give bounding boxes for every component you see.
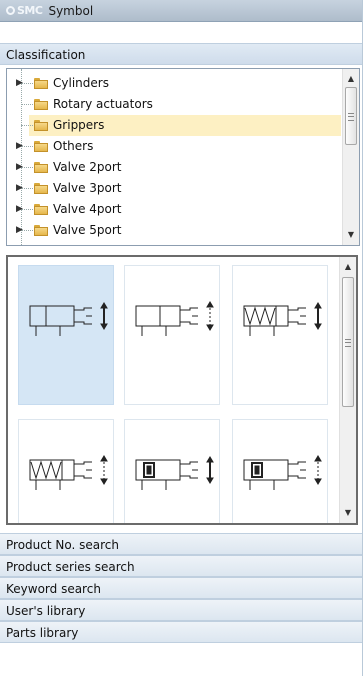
expand-arrow-icon[interactable]: ▶ [16, 73, 26, 94]
tree-item-label: Valve 2port [53, 160, 122, 174]
scroll-up-arrow-icon[interactable]: ▲ [343, 71, 359, 87]
classification-header[interactable]: Classification [0, 43, 362, 65]
symbol-tile[interactable] [18, 265, 114, 405]
symbol-grid: ▲ ▼ [6, 255, 358, 525]
folder-icon [34, 183, 48, 194]
tree-item-label: Valve 5port [53, 223, 122, 237]
tree-scrollbar[interactable]: ▲ ▼ [342, 69, 359, 245]
scroll-up-arrow-icon[interactable]: ▲ [340, 259, 356, 275]
folder-icon [34, 225, 48, 236]
scroll-down-arrow-icon[interactable]: ▼ [343, 227, 359, 243]
panel-title: Symbol [48, 3, 94, 18]
folder-icon [34, 162, 48, 173]
tree-item[interactable]: Grippers [7, 115, 341, 136]
smc-logo-icon: SMC [6, 4, 43, 17]
tree-item-label: Grippers [29, 115, 341, 136]
folder-icon [34, 78, 48, 89]
classification-tree: Cylinders ▶ Rotary actuators Grippers Others… [6, 68, 360, 246]
tree-item[interactable]: Valve 2port ▶ [7, 157, 341, 178]
tree-item-label: Cylinders [53, 76, 109, 90]
parts-library-header[interactable]: Parts library [0, 621, 362, 643]
tree-item[interactable]: Cylinders ▶ [7, 73, 341, 94]
tree-item-label: Others [53, 139, 94, 153]
product-no-search-header[interactable]: Product No. search [0, 533, 362, 555]
grid-scrollbar[interactable]: ▲ ▼ [339, 257, 356, 523]
keyword-search-header[interactable]: Keyword search [0, 577, 362, 599]
expand-arrow-icon[interactable]: ▶ [16, 199, 26, 220]
tree-item[interactable]: Valve 5port ▶ [7, 220, 341, 241]
gripper-symbol-icon [135, 301, 214, 336]
gripper-symbol-icon [243, 302, 322, 336]
tree-item[interactable]: Valve 3port ▶ [7, 178, 341, 199]
folder-icon [34, 141, 48, 152]
tree-item-label: Valve 4port [53, 202, 122, 216]
expand-arrow-icon[interactable]: ▶ [16, 136, 26, 157]
folder-icon [34, 204, 48, 215]
symbol-tile[interactable] [124, 419, 220, 523]
users-library-header[interactable]: User's library [0, 599, 362, 621]
symbol-tile[interactable] [18, 419, 114, 523]
folder-icon [34, 99, 48, 110]
gripper-symbol-icon [29, 302, 108, 336]
tree-item-label: Valve 3port [53, 181, 122, 195]
tree-scroll-thumb[interactable] [345, 87, 357, 145]
grid-scroll-thumb[interactable] [342, 277, 354, 407]
folder-icon [34, 120, 48, 131]
expand-arrow-icon[interactable]: ▶ [16, 157, 26, 178]
title-bar: SMC Symbol [0, 0, 362, 22]
scroll-down-arrow-icon[interactable]: ▼ [340, 505, 356, 521]
search-sections: Product No. search Product series search… [0, 533, 362, 643]
expand-arrow-icon[interactable]: ▶ [16, 220, 26, 241]
symbol-tile[interactable] [232, 265, 328, 405]
tree-item[interactable]: Rotary actuators [7, 94, 341, 115]
product-series-search-header[interactable]: Product series search [0, 555, 362, 577]
symbol-panel: SMC Symbol Classification Cylinders ▶ Rota… [0, 0, 363, 676]
gripper-symbol-icon [135, 456, 214, 490]
tree-item[interactable]: Valve 4port ▶ [7, 199, 341, 220]
symbol-tile[interactable] [232, 419, 328, 523]
tree-item[interactable]: Others ▶ [7, 136, 341, 157]
symbol-tile[interactable] [124, 265, 220, 405]
expand-arrow-icon[interactable]: ▶ [16, 178, 26, 199]
tree-item-label: Rotary actuators [53, 97, 153, 111]
gripper-symbol-icon [243, 455, 322, 490]
gripper-symbol-icon [29, 455, 108, 490]
